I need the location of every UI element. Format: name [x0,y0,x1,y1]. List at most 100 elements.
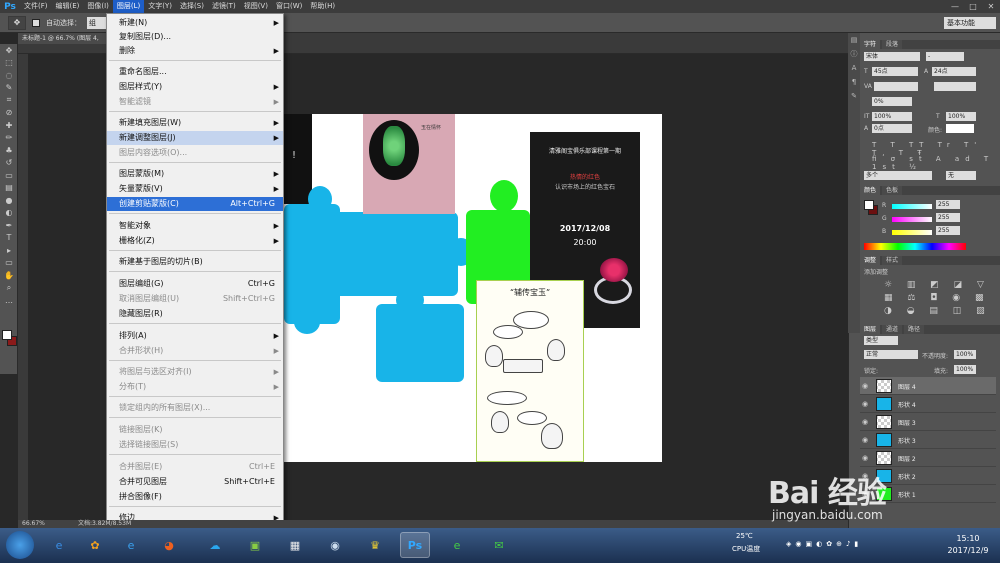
font-size-field[interactable]: 45点 [872,67,918,76]
tracking-pct-field[interactable]: 0% [872,97,912,106]
menu-item-delete[interactable]: 删除 ▶ [107,44,283,58]
opacity-field[interactable]: 100% [954,350,976,359]
menu-item-flatten-image[interactable]: 拼合图像(F) [107,490,283,504]
menu-filter[interactable]: 滤镜(T) [208,0,240,13]
tab-character[interactable]: 字符 [860,40,881,49]
properties-panel-icon[interactable]: ⓘ [848,47,860,61]
baidu-disk-icon[interactable]: ☁ [200,532,230,558]
foreground-color-swatch[interactable] [2,330,12,340]
shape-tool-icon[interactable]: ▭ [0,257,18,270]
move-tool-icon[interactable]: ✥ [8,15,26,30]
path-select-icon[interactable]: ▸ [0,244,18,257]
menu-image[interactable]: 图像(I) [83,0,113,13]
menu-layer[interactable]: 图层(L) [112,0,145,13]
weather-temp[interactable]: 25℃ [736,532,753,540]
menu-item-create-clipping-mask[interactable]: 创建剪贴蒙版(C) Alt+Ctrl+G [107,197,283,211]
quick-select-icon[interactable]: ✎ [0,82,18,95]
character-panel-icon[interactable]: A [848,61,860,75]
menu-item-new-layer-slice[interactable]: 新建基于图层的切片(B) [107,255,283,269]
tab-channels[interactable]: 通道 [882,325,903,334]
tab-paths[interactable]: 路径 [904,325,925,334]
menu-item-new-fill-layer[interactable]: 新建填充图层(W) ▶ [107,116,283,130]
brush-panel-icon[interactable]: ✎ [848,89,860,103]
red-value[interactable]: 255 [936,200,960,209]
tab-adjustments[interactable]: 调整 [860,256,881,265]
blend-mode-select[interactable]: 正常 [864,350,918,359]
360-browser-icon[interactable]: e [442,532,472,558]
layer-kind-filter[interactable]: 类型 [864,336,898,345]
menu-item-layer-content-options[interactable]: 图层内容选项(O)... [107,146,283,160]
minimize-icon[interactable]: — [946,0,964,13]
adjustment-icons-row-3[interactable]: ◑ ◒ ▤ ◫ ▨ [884,306,991,316]
blue-slider[interactable] [892,230,932,235]
type-tool-icon[interactable]: T [0,232,18,245]
tab-layers[interactable]: 图层 [860,325,881,334]
green-slider[interactable] [892,217,932,222]
tray-icons[interactable]: ◈◉▣◐✿⊕♪▮ [786,540,862,548]
start-button[interactable] [6,531,34,559]
menu-type[interactable]: 文字(Y) [144,0,176,13]
menu-item-distribute[interactable]: 分布(T) ▶ [107,380,283,394]
menu-item-smart-filter[interactable]: 智能滤镜 ▶ [107,95,283,109]
menu-item-link-layers[interactable]: 链接图层(K) [107,423,283,437]
eye-icon[interactable]: ◉ [862,454,870,462]
tab-swatches[interactable]: 色板 [882,186,903,195]
tracking-field[interactable] [934,82,976,91]
more-tools-icon[interactable]: … [0,294,18,307]
menu-view[interactable]: 视图(V) [240,0,272,13]
eye-icon[interactable]: ◉ [862,418,870,426]
menu-item-lock-all-layers[interactable]: 锁定组内的所有图层(X)... [107,401,283,415]
document-tab[interactable]: 未标题-1 @ 66.7% (图层 4, RGB/8) [18,33,108,53]
menu-item-duplicate-layer[interactable]: 复制图层(D)... [107,30,283,44]
zoom-tool-icon[interactable]: ⌕ [0,282,18,295]
adjustment-icons-row-1[interactable]: ☼ ▥ ◩ ◪ ▽ [884,280,990,290]
menu-item-align-to-selection[interactable]: 将图层与选区对齐(I) ▶ [107,365,283,379]
dodge-icon[interactable]: ◐ [0,207,18,220]
kerning-field[interactable] [874,82,918,91]
menu-item-vector-mask[interactable]: 矢量蒙版(V) ▶ [107,182,283,196]
comic-poster[interactable]: “辅传宝玉” [476,280,584,462]
eye-icon[interactable]: ◉ [862,382,870,390]
close-icon[interactable]: ✕ [982,0,1000,13]
font-family-select[interactable]: 宋体 [864,52,920,61]
vertical-scale-field[interactable]: 100% [872,112,912,121]
browser-icon[interactable]: e [116,532,146,558]
history-panel-icon[interactable]: ▤ [848,33,860,47]
fg-color-swatch[interactable] [864,200,874,210]
anti-alias-select[interactable]: 无 [946,171,976,180]
chrome-like-icon[interactable]: ◕ [154,532,184,558]
menu-help[interactable]: 帮助(H) [306,0,339,13]
gradient-icon[interactable]: ▤ [0,182,18,195]
blur-icon[interactable]: ● [0,194,18,207]
adjustment-icons-row-2[interactable]: ▦ ⚖ ◘ ◉ ▩ [884,293,990,303]
menu-select[interactable]: 选择(S) [176,0,208,13]
eye-icon[interactable]: ◉ [862,400,870,408]
jade-poster[interactable]: 玉在情怀 [363,114,455,214]
font-style-select[interactable]: - [926,52,964,61]
wechat-icon[interactable]: ✉ [484,532,514,558]
menu-item-layer-style[interactable]: 图层样式(Y) ▶ [107,80,283,94]
zoom-level[interactable]: 66.67% [22,520,45,528]
clock[interactable]: 15:10 2017/12/9 [942,533,994,557]
menu-item-combine-shapes[interactable]: 合并形状(H) ▶ [107,344,283,358]
move-tool-icon[interactable]: ✥ [0,44,18,57]
eye-icon[interactable]: ◉ [862,436,870,444]
app-icon-1[interactable]: ✿ [80,532,110,558]
baseline-shift-field[interactable]: 0点 [872,124,912,133]
menu-item-arrange[interactable]: 排列(A) ▶ [107,329,283,343]
language-select[interactable]: 多个 [864,171,932,180]
menu-item-new-adjustment-layer[interactable]: 新建调整图层(J) ▶ [107,131,283,145]
crop-tool-icon[interactable]: ⌗ [0,94,18,107]
menu-item-merge-layers[interactable]: 合并图层(E) Ctrl+E [107,460,283,474]
menu-item-group-layers[interactable]: 图层编组(G) Ctrl+G [107,277,283,291]
marquee-tool-icon[interactable]: ⬚ [0,57,18,70]
maximize-icon[interactable]: □ [964,0,982,13]
menu-window[interactable]: 窗口(W) [272,0,306,13]
cinema4d-icon[interactable]: ◉ [320,532,350,558]
eyedropper-icon[interactable]: ⊘ [0,107,18,120]
paragraph-panel-icon[interactable]: ¶ [848,75,860,89]
menu-item-smart-object[interactable]: 智能对象 ▶ [107,219,283,233]
color-spectrum[interactable] [864,243,966,250]
app-icon-2[interactable]: ♛ [360,532,390,558]
ie-icon[interactable]: e [44,532,74,558]
